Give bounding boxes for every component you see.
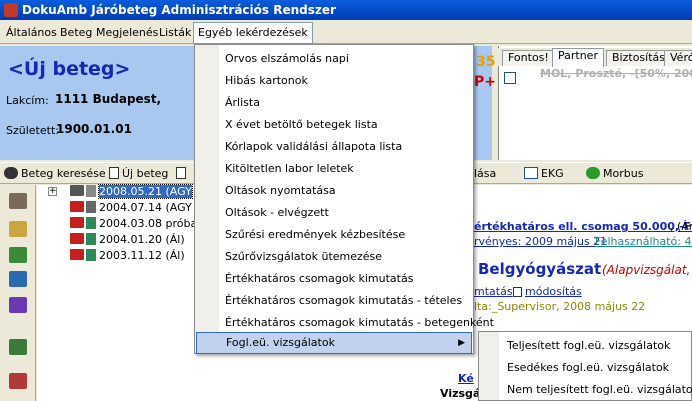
tree-expand-toggle[interactable]: + <box>48 187 57 196</box>
valid-until-link[interactable]: rvényes: 2009 május 21 <box>474 235 607 248</box>
usable-link[interactable]: Felhasználható: 47.3 <box>595 235 692 248</box>
menu-other-queries[interactable]: Egyéb lekérdezések <box>193 22 313 44</box>
menu-item-vaccination-print[interactable]: Oltások nyomtatása <box>225 183 336 199</box>
tab-important[interactable]: Fontos! <box>502 50 555 66</box>
menu-item-package-itemized[interactable]: Értékhatáros csomagok kimutatás - tétele… <box>225 293 462 309</box>
lasa-button[interactable]: lása <box>474 166 496 182</box>
new-document-icon <box>109 167 119 179</box>
info-tab-strip: Fontos! Partner Biztosítás Véró <box>498 48 692 67</box>
tree-row[interactable]: 2003.11.12 (Ál) <box>70 248 185 264</box>
edit-icon <box>513 287 522 297</box>
tree-row[interactable]: 2004.01.20 (Ál) <box>70 232 185 248</box>
ekg-icon <box>524 167 538 179</box>
menu-item-screening-schedule[interactable]: Szűrővizsgálatok ütemezése <box>225 249 382 265</box>
submenu-item-completed[interactable]: Teljesített fogl.eü. vizsgálatok <box>507 338 670 354</box>
submenu-arrow-icon: ▶ <box>458 338 465 348</box>
menu-patient[interactable]: Beteg <box>60 25 92 41</box>
p-plus-badge: P+ <box>474 74 496 90</box>
menu-item-vaccination-done[interactable]: Oltások - elvégzett <box>225 205 329 221</box>
address-value: 1111 Budapest, <box>55 92 162 106</box>
submenu-icon-strip <box>479 332 499 400</box>
menu-item-package-per-patient[interactable]: Értékhatáros csomagok kimutatás - betege… <box>225 315 494 331</box>
department-title: Belgyógyászat <box>478 260 602 278</box>
ke-link[interactable]: Ké <box>458 372 474 385</box>
menu-bar: Általános Beteg Megjelenés Listák Egyéb … <box>0 22 692 44</box>
package-suffix: , (Ár <box>670 220 692 233</box>
menu-item-doctor-daily[interactable]: Orvos elszámolás napi <box>225 51 349 67</box>
menu-item-occupational-exams[interactable]: Fogl.eü. vizsgálatok ▶ <box>196 332 472 354</box>
occupational-exams-submenu: Teljesített fogl.eü. vizsgálatok Esedéke… <box>478 331 692 401</box>
menu-item-age-list[interactable]: X évet betöltő betegek lista <box>225 117 378 133</box>
morbus-button[interactable]: Morbus <box>586 166 643 182</box>
save-icon[interactable] <box>9 271 27 287</box>
print-link[interactable]: mtatás <box>474 285 513 298</box>
patient-name: <Új beteg> <box>8 58 131 80</box>
new-patient-button[interactable]: Új beteg <box>109 166 168 182</box>
tree-row[interactable]: 2004.07.14 (AGY <box>70 200 192 216</box>
document-icon <box>176 167 186 179</box>
birth-label: Született: <box>6 124 59 137</box>
record-icon <box>86 233 96 245</box>
calculator-icon <box>86 185 96 197</box>
record-book-icon <box>70 217 84 228</box>
tree-row[interactable]: 2008.05.21 (AGY <box>70 184 193 200</box>
ekg-button[interactable]: EKG <box>524 166 564 182</box>
tab-insurance[interactable]: Biztosítás <box>606 50 671 66</box>
department-suffix: (Alapvizsgálat, <box>602 263 691 277</box>
menu-appearance[interactable]: Megjelenés <box>96 25 158 41</box>
calculator-icon[interactable] <box>9 339 27 355</box>
menu-lists[interactable]: Listák <box>159 25 191 41</box>
tools-icon[interactable] <box>9 373 27 389</box>
binoculars-icon <box>4 167 18 179</box>
tab-partner[interactable]: Partner <box>552 48 604 67</box>
menu-item-price-list[interactable]: Árlista <box>225 95 260 111</box>
record-book-icon <box>70 233 84 244</box>
partner-text: MOL, Proszté, -[50%, 2002 <box>540 67 692 80</box>
tab-vero[interactable]: Véró <box>664 50 692 66</box>
modify-link[interactable]: módosítás <box>513 285 582 298</box>
disk-icon[interactable] <box>9 297 27 313</box>
book-icon <box>70 185 84 196</box>
menu-item-screening-delivery[interactable]: Szűrési eredmények kézbesítése <box>225 227 405 243</box>
printer-icon[interactable] <box>9 247 27 263</box>
author-line: lta:_Supervisor, 2008 május 22 <box>474 300 646 313</box>
tree-row[interactable]: 2004.03.08 próba <box>70 216 197 232</box>
calculator-icon <box>86 201 96 213</box>
package-link[interactable]: értékhatáros ell. csomag 50.000,-Ft-ig <box>474 220 692 233</box>
submenu-item-due[interactable]: Esedékes fogl.eü. vizsgálatok <box>507 360 669 376</box>
menu-general[interactable]: Általános <box>6 25 57 41</box>
record-icon <box>86 249 96 261</box>
morbus-icon <box>586 167 600 179</box>
other-queries-menu: Orvos elszámolás napi Hibás kartonok Árl… <box>194 44 494 354</box>
vizsg-label: Vizsgá <box>440 387 481 400</box>
submenu-item-not-completed[interactable]: Nem teljesített fogl.eü. vizsgálatok <box>507 382 692 398</box>
window-title: DokuAmb Járóbeteg Adminisztrációs Rendsz… <box>22 3 336 17</box>
menu-item-empty-lab[interactable]: Kitöltetlen labor leletek <box>225 161 354 177</box>
partner-checkbox[interactable] <box>504 72 516 84</box>
left-icon-bar <box>0 185 36 401</box>
lock-icon[interactable] <box>9 221 27 237</box>
record-book-icon <box>70 201 84 212</box>
title-bar: DokuAmb Járóbeteg Adminisztrációs Rendsz… <box>0 0 692 20</box>
record-icon <box>86 217 96 229</box>
count-badge: 35 <box>476 54 496 70</box>
menu-item-validation-status[interactable]: Kórlapok validálási állapota lista <box>225 139 402 155</box>
document-icon-button[interactable] <box>176 166 189 182</box>
record-book-icon <box>70 249 84 260</box>
app-icon <box>4 3 18 17</box>
menu-item-package-report[interactable]: Értékhatáros csomagok kimutatás <box>225 271 413 287</box>
birth-value: 1900.01.01 <box>56 122 132 136</box>
menu-icon-strip <box>195 45 219 353</box>
address-label: Lakcím: <box>6 94 49 107</box>
menu-item-faulty-records[interactable]: Hibás kartonok <box>225 73 308 89</box>
book-icon[interactable] <box>9 193 27 209</box>
patient-search-button[interactable]: Beteg keresése <box>4 166 106 182</box>
